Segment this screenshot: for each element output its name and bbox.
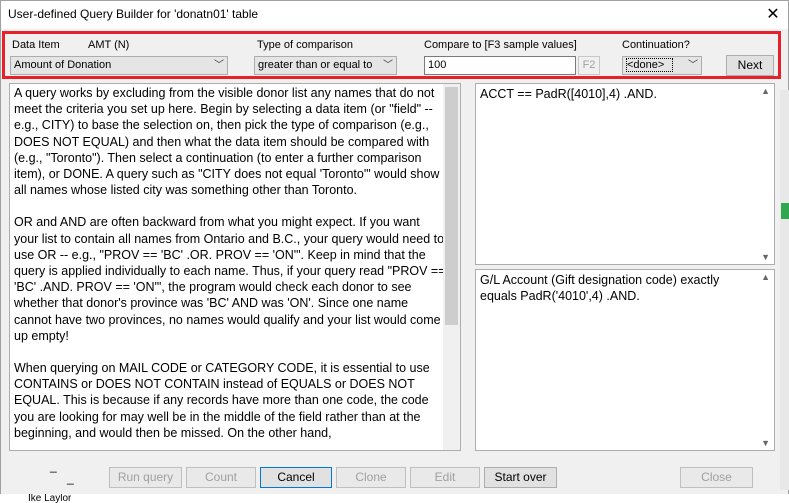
query-expression-pane[interactable]: ACCT == PadR([4010],4) .AND. ▲ ▼ [475, 83, 775, 265]
scroll-up-icon[interactable]: ▲ [761, 272, 770, 282]
query-expression: ACCT == PadR([4010],4) .AND. [480, 87, 657, 101]
close-icon[interactable]: ✕ [758, 1, 788, 29]
query-description: G/L Account (Gift designation code) exac… [480, 273, 720, 303]
clone-button[interactable]: Clone [336, 467, 406, 488]
close-button[interactable]: Close [680, 467, 753, 488]
background-window-edge [780, 90, 789, 490]
query-description-pane[interactable]: G/L Account (Gift designation code) exac… [475, 269, 775, 451]
underscore-mark: _ [50, 459, 57, 473]
query-builder-dialog: User-defined Query Builder for 'donatn01… [0, 0, 789, 495]
help-scrollbar[interactable] [443, 84, 460, 450]
help-paragraph: When querying on MAIL CODE or CATEGORY C… [14, 361, 430, 440]
underscore-mark: _ [67, 471, 74, 485]
title-bar: User-defined Query Builder for 'donatn01… [1, 1, 788, 29]
help-text: A query works by excluding from the visi… [14, 85, 446, 450]
cancel-button[interactable]: Cancel [260, 467, 332, 488]
run-query-button[interactable]: Run query [109, 467, 182, 488]
help-text-pane[interactable]: A query works by excluding from the visi… [9, 83, 461, 451]
background-text: Ike Laylor [28, 494, 72, 503]
help-paragraph: A query works by excluding from the visi… [14, 86, 440, 198]
scroll-down-icon[interactable]: ▼ [761, 252, 770, 262]
background-strip [0, 494, 789, 503]
scroll-up-icon[interactable]: ▲ [761, 86, 770, 96]
scroll-down-icon[interactable]: ▼ [761, 438, 770, 448]
scrollbar-thumb[interactable] [445, 87, 458, 325]
help-paragraph: OR and AND are often backward from what … [14, 215, 446, 343]
start-over-button[interactable]: Start over [484, 467, 557, 488]
count-button[interactable]: Count [186, 467, 256, 488]
edit-button[interactable]: Edit [410, 467, 480, 488]
window-title: User-defined Query Builder for 'donatn01… [8, 7, 259, 21]
highlight-frame [2, 31, 781, 79]
background-marker [781, 203, 789, 219]
